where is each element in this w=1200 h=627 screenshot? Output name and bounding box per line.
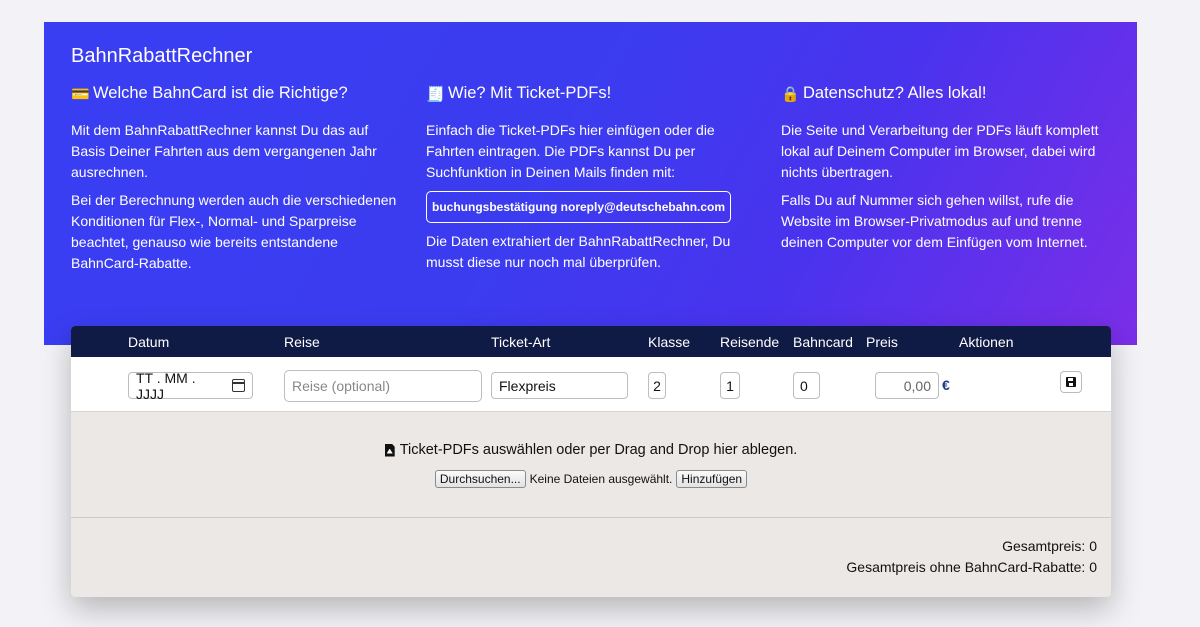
- table-header: Datum Reise Ticket-Art Klasse Reisende B…: [71, 326, 1111, 357]
- header-datum: Datum: [128, 334, 170, 350]
- search-term-box: buchungsbestätigung noreply@deutschebahn…: [426, 191, 732, 223]
- column-heading: 🧾 Wie? Mit Ticket-PDFs!: [426, 84, 756, 103]
- reisende-input[interactable]: 1: [720, 372, 740, 399]
- no-file-selected-text: Keine Dateien ausgewählt.: [529, 472, 673, 486]
- app-title: BahnRabattRechner: [71, 45, 253, 67]
- header-reisende: Reisende: [720, 334, 780, 350]
- reise-input[interactable]: Reise (optional): [284, 370, 482, 402]
- lock-icon: 🔒: [781, 85, 800, 103]
- column-paragraph: Die Daten extrahiert der BahnRabattRechn…: [426, 233, 731, 270]
- info-column-pdfs: 🧾 Wie? Mit Ticket-PDFs! Einfach die Tick…: [426, 84, 756, 280]
- header-aktionen: Aktionen: [959, 334, 1014, 350]
- column-heading: 🔒 Datenschutz? Alles lokal!: [781, 84, 1121, 103]
- column-paragraph: Bei der Berechnung werden auch die versc…: [71, 192, 397, 271]
- column-heading-text: Wie? Mit Ticket-PDFs!: [448, 84, 612, 102]
- bahncard-input[interactable]: 0: [793, 372, 820, 399]
- header-ticket-art: Ticket-Art: [491, 334, 551, 350]
- info-column-bahncard: 💳 Welche BahnCard ist die Richtige? Mit …: [71, 84, 401, 281]
- total-price: Gesamtpreis: 0: [1002, 538, 1097, 554]
- date-placeholder: TT . MM . JJJJ: [136, 369, 196, 402]
- receipt-icon: 🧾: [426, 85, 445, 103]
- pdf-file-icon: [384, 443, 395, 457]
- info-column-privacy: 🔒 Datenschutz? Alles lokal! Die Seite un…: [781, 84, 1121, 260]
- preis-input[interactable]: 0,00: [875, 372, 939, 399]
- column-paragraph: Falls Du auf Nummer sich gehen willst, r…: [781, 192, 1088, 250]
- totals-section: Gesamtpreis: 0 Gesamtpreis ohne BahnCard…: [846, 536, 1097, 578]
- column-heading-text: Welche BahnCard ist die Richtige?: [93, 84, 348, 102]
- trip-calculator-card: Datum Reise Ticket-Art Klasse Reisende B…: [71, 326, 1111, 597]
- column-paragraph: Mit dem BahnRabattRechner kannst Du das …: [71, 122, 377, 180]
- pdf-drop-zone[interactable]: Ticket-PDFs auswählen oder per Drag and …: [71, 412, 1111, 518]
- file-input-row: Durchsuchen... Keine Dateien ausgewählt.…: [71, 470, 1111, 488]
- drop-zone-text: Ticket-PDFs auswählen oder per Drag and …: [399, 442, 798, 458]
- add-button[interactable]: Hinzufügen: [676, 470, 748, 488]
- floppy-disk-icon: [1066, 377, 1076, 387]
- column-paragraph: Die Seite und Verarbeitung der PDFs läuf…: [781, 122, 1099, 180]
- hero-banner: BahnRabattRechner 💳 Welche BahnCard ist …: [44, 22, 1137, 345]
- drop-zone-label: Ticket-PDFs auswählen oder per Drag and …: [71, 442, 1111, 458]
- column-paragraph: Einfach die Ticket-PDFs hier einfügen od…: [426, 122, 715, 180]
- browse-button[interactable]: Durchsuchen...: [434, 470, 526, 488]
- table-row: TT . MM . JJJJ Reise (optional) Flexprei…: [71, 357, 1111, 412]
- header-klasse: Klasse: [648, 334, 691, 350]
- header-preis: Preis: [866, 334, 898, 350]
- date-input[interactable]: TT . MM . JJJJ: [128, 369, 253, 402]
- total-price-without-discounts: Gesamtpreis ohne BahnCard-Rabatte: 0: [846, 559, 1097, 575]
- klasse-input[interactable]: 2: [648, 372, 666, 399]
- save-button[interactable]: [1060, 371, 1082, 393]
- header-bahncard: Bahncard: [793, 334, 853, 350]
- ticket-art-input[interactable]: Flexpreis: [491, 372, 628, 399]
- column-heading: 💳 Welche BahnCard ist die Richtige?: [71, 84, 401, 103]
- column-heading-text: Datenschutz? Alles lokal!: [803, 84, 987, 102]
- calendar-icon[interactable]: [231, 379, 245, 392]
- header-reise: Reise: [284, 334, 320, 350]
- currency-symbol: €: [942, 377, 950, 393]
- credit-card-icon: 💳: [71, 85, 90, 103]
